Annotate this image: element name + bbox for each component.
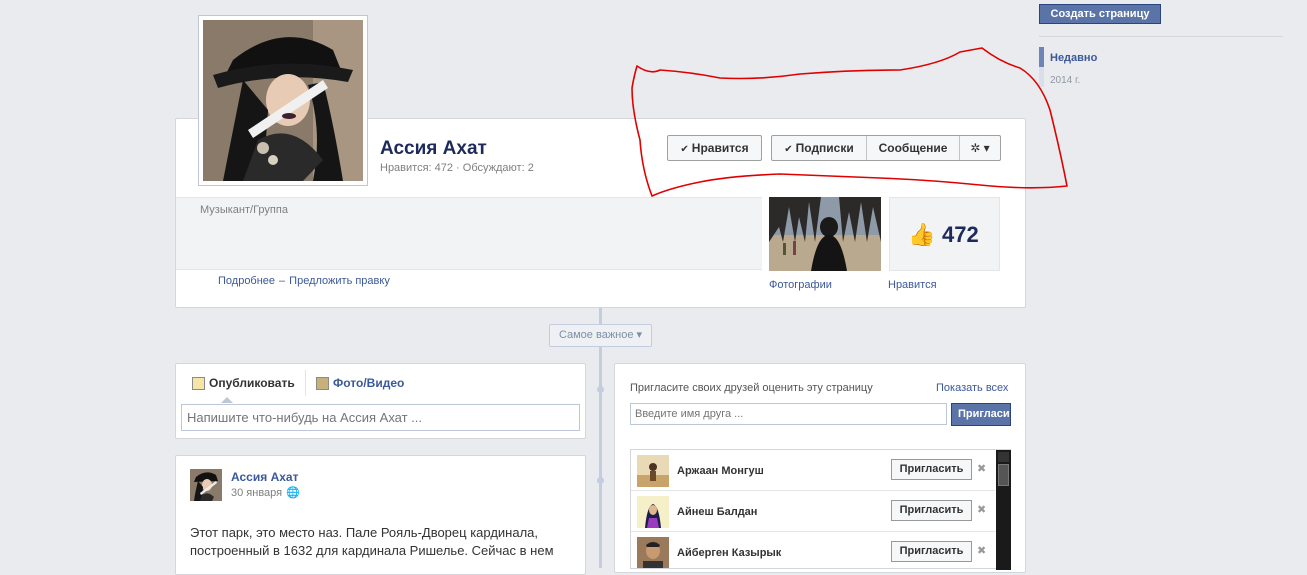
following-button[interactable]: ✔ Подписки: [772, 136, 867, 160]
friend-name[interactable]: Аржаан Монгуш: [677, 465, 764, 477]
friend-row: Айнеш Балдан Пригласить ✖: [631, 491, 995, 532]
composer-tab-divider: [305, 370, 306, 396]
timeline-spine: [599, 308, 602, 568]
like-button[interactable]: ✔ Нравится: [667, 135, 762, 161]
photo-video-tab-label: Фото/Видео: [333, 376, 405, 390]
avatar-image: [190, 469, 222, 501]
invite-title: Пригласите своих друзей оценить эту стра…: [630, 382, 873, 394]
thumbs-up-icon: 👍: [908, 222, 936, 247]
post-date[interactable]: 30 января 🌐: [231, 486, 300, 499]
post-author-name[interactable]: Ассия Ахат: [231, 470, 298, 484]
profile-picture[interactable]: [198, 15, 368, 186]
likes-count: 472: [942, 222, 979, 247]
photos-link[interactable]: Фотографии: [769, 279, 832, 291]
remove-icon[interactable]: ✖: [977, 462, 986, 475]
publish-tab-label: Опубликовать: [209, 376, 295, 390]
check-icon: ✔: [784, 144, 793, 155]
globe-icon: 🌐: [286, 487, 300, 499]
timeline-nav-recent[interactable]: Недавно: [1050, 52, 1097, 64]
scrollbar-thumb[interactable]: [998, 464, 1009, 486]
show-all-link[interactable]: Показать всех: [936, 382, 1008, 394]
like-button-label: Нравится: [691, 141, 749, 155]
suggest-edit-link[interactable]: Предложить правку: [289, 275, 390, 287]
friend-avatar[interactable]: [637, 455, 669, 487]
avatar-image: [637, 455, 669, 487]
composer-tab-pointer: [221, 397, 233, 403]
scroll-up-arrow[interactable]: [998, 452, 1009, 462]
friend-list-scrollbar[interactable]: [996, 450, 1011, 570]
friend-invite-button[interactable]: Пригласить: [891, 459, 972, 480]
timeline-nav-marker: [1039, 67, 1044, 87]
separator: –: [279, 275, 286, 287]
photos-thumbnail[interactable]: [769, 197, 881, 271]
friend-row: Аржаан Монгуш Пригласить ✖: [631, 450, 995, 491]
avatar-image: [637, 496, 669, 528]
right-column-divider: [1039, 36, 1283, 37]
page-title[interactable]: Ассия Ахат: [380, 138, 487, 160]
page-actions-group: ✔ Подписки Сообщение ✲ ▾: [771, 135, 1001, 161]
friend-avatar[interactable]: [637, 537, 669, 568]
likes-link[interactable]: Нравится: [888, 279, 937, 291]
friend-invite-button[interactable]: Пригласить: [891, 500, 972, 521]
page-category: Музыкант/Группа: [200, 204, 288, 216]
friend-avatar[interactable]: [637, 496, 669, 528]
timeline-dot: [597, 386, 604, 393]
friend-name-input[interactable]: [630, 403, 947, 425]
more-info-link[interactable]: Подробнее: [218, 275, 275, 287]
gear-menu-button[interactable]: ✲ ▾: [960, 136, 1000, 160]
status-icon: [192, 376, 205, 390]
photo-icon: [316, 376, 329, 390]
profile-photo-image: [203, 20, 363, 181]
composer-input[interactable]: [181, 404, 580, 431]
create-page-button[interactable]: Создать страницу: [1039, 4, 1161, 24]
friend-row: Айберген Казырык Пригласить ✖: [631, 532, 995, 568]
timeline-nav-active-marker: [1039, 47, 1044, 67]
photo-video-tab[interactable]: Фото/Видео: [316, 376, 404, 390]
remove-icon[interactable]: ✖: [977, 544, 986, 557]
check-icon: ✔: [680, 144, 689, 155]
avatar-image: [637, 537, 669, 568]
post-author-avatar[interactable]: [190, 469, 222, 501]
timeline-dot: [597, 477, 604, 484]
page-stats: Нравится: 472 · Обсуждают: 2: [380, 162, 534, 174]
publish-tab[interactable]: Опубликовать: [192, 376, 295, 390]
friend-list: Аржаан Монгуш Пригласить ✖ Айнеш Балдан …: [630, 449, 1011, 569]
friend-invite-button[interactable]: Пригласить: [891, 541, 972, 562]
gear-icon: ✲ ▾: [970, 141, 990, 155]
message-button[interactable]: Сообщение: [867, 136, 960, 160]
remove-icon[interactable]: ✖: [977, 503, 986, 516]
highlights-dropdown[interactable]: Самое важное ▾: [549, 324, 652, 347]
following-button-label: Подписки: [795, 141, 854, 155]
friend-name[interactable]: Айберген Казырык: [677, 547, 781, 559]
photos-thumbnail-image: [769, 197, 881, 271]
post-text: Этот парк, это место наз. Пале Рояль-Дво…: [190, 525, 554, 558]
friend-name[interactable]: Айнеш Балдан: [677, 506, 757, 518]
about-links: Подробнее – Предложить правку: [218, 275, 390, 287]
likes-box[interactable]: 👍 472: [889, 197, 1000, 271]
invite-button[interactable]: Пригласить: [951, 403, 1011, 426]
post-date-label: 30 января: [231, 487, 283, 499]
timeline-nav-year[interactable]: 2014 г.: [1050, 75, 1080, 86]
